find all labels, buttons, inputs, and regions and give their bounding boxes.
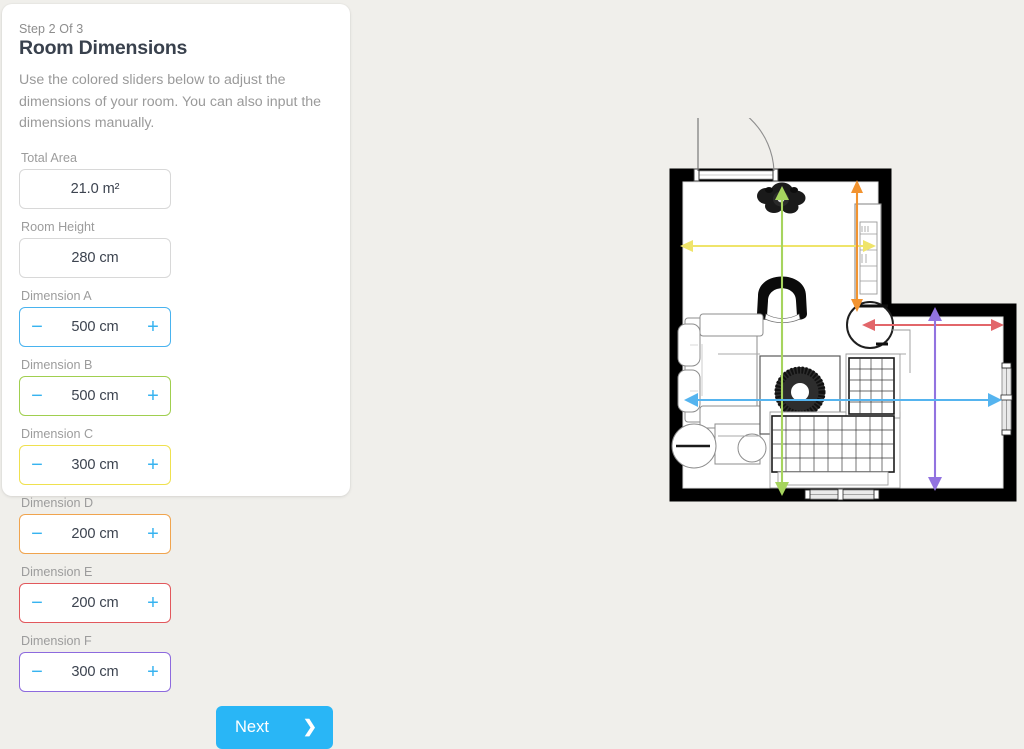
field-total-area: Total Area 21.0 m² (19, 151, 171, 209)
dimension-d-increment-button[interactable]: + (136, 515, 170, 553)
bookshelf (854, 203, 882, 315)
dimension-f-decrement-button[interactable]: − (20, 653, 54, 691)
field-dimension-a: Dimension A − 500 cm + (19, 289, 171, 347)
window-bottom-wall (804, 488, 880, 501)
field-label-dimension-c: Dimension C (21, 426, 94, 441)
floor-plan[interactable] (660, 118, 1024, 518)
chevron-right-icon: ❯ (302, 717, 317, 737)
dimension-c-decrement-button[interactable]: − (20, 446, 54, 484)
dimension-e-increment-button[interactable]: + (136, 584, 170, 622)
field-dimension-d: Dimension D − 200 cm + (19, 496, 171, 554)
field-label-room-height: Room Height (21, 219, 95, 234)
dimension-d-decrement-button[interactable]: − (20, 515, 54, 553)
dimension-f-increment-button[interactable]: + (136, 653, 170, 691)
sofa (677, 313, 764, 429)
dimension-a-increment-button[interactable]: + (136, 308, 170, 346)
dimension-f-stepper[interactable]: − 300 cm + (19, 651, 171, 692)
total-area-value: 21.0 m² (70, 180, 120, 197)
dimension-b-decrement-button[interactable]: − (20, 377, 54, 415)
field-dimension-c: Dimension C − 300 cm + (19, 427, 171, 485)
panel-footer: Next ❯ (19, 705, 333, 749)
room-height-value: 280 cm (71, 249, 119, 266)
field-label-dimension-e: Dimension E (21, 564, 93, 579)
fields-grid: Total Area 21.0 m² Room Height 280 cm Di… (19, 151, 333, 703)
dimension-c-stepper[interactable]: − 300 cm + (19, 444, 171, 485)
floor-plan-svg (669, 118, 1017, 502)
dimension-a-decrement-button[interactable]: − (20, 308, 54, 346)
window-right-wall (1000, 362, 1013, 436)
step-indicator: Step 2 Of 3 (19, 22, 84, 36)
dimension-b-increment-button[interactable]: + (136, 377, 170, 415)
field-label-dimension-d: Dimension D (21, 495, 94, 510)
panel-description: Use the colored sliders below to adjust … (19, 72, 322, 132)
room-height-input[interactable]: 280 cm (19, 237, 171, 278)
dimension-b-stepper[interactable]: − 500 cm + (19, 375, 171, 416)
next-button-label: Next (235, 717, 269, 736)
field-label-dimension-b: Dimension B (21, 357, 93, 372)
next-button[interactable]: Next ❯ (216, 705, 333, 749)
field-label-dimension-a: Dimension A (21, 288, 92, 303)
field-dimension-f: Dimension F − 300 cm + (19, 634, 171, 692)
dimension-c-increment-button[interactable]: + (136, 446, 170, 484)
field-room-height: Room Height 280 cm (19, 220, 171, 278)
dimension-a-stepper[interactable]: − 500 cm + (19, 306, 171, 347)
field-label-total-area: Total Area (21, 150, 78, 165)
door-top-left (693, 118, 779, 182)
page-title: Room Dimensions (19, 37, 188, 59)
room-dimensions-panel: Step 2 Of 3 Room Dimensions Use the colo… (2, 4, 350, 749)
dimension-e-stepper[interactable]: − 200 cm + (19, 582, 171, 623)
field-dimension-e: Dimension E − 200 cm + (19, 565, 171, 623)
field-dimension-b: Dimension B − 500 cm + (19, 358, 171, 416)
total-area-input[interactable]: 21.0 m² (19, 168, 171, 209)
side-tables (671, 423, 767, 469)
dimension-d-stepper[interactable]: − 200 cm + (19, 513, 171, 554)
field-label-dimension-f: Dimension F (21, 633, 92, 648)
dimension-e-decrement-button[interactable]: − (20, 584, 54, 622)
